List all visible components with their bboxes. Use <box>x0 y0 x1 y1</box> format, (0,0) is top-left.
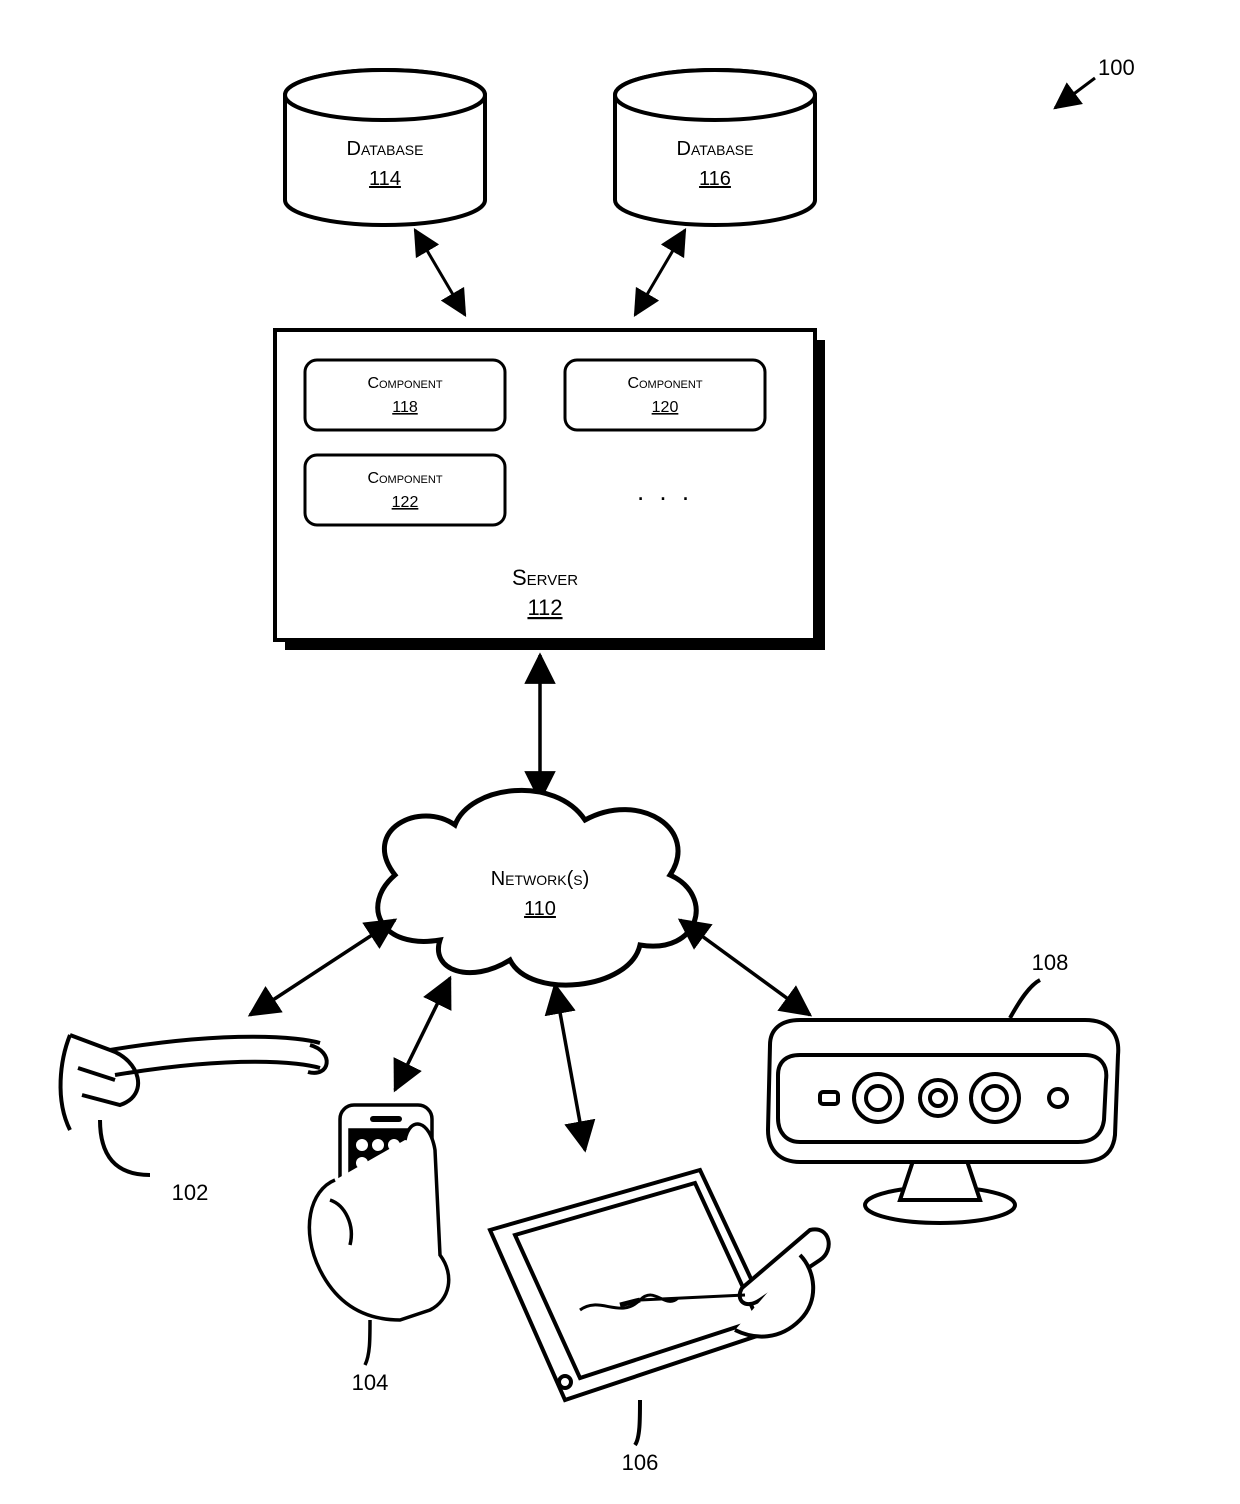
database-116-ref: 116 <box>699 168 731 190</box>
server-ellipsis: . . . <box>637 476 693 506</box>
database-114-label: Database <box>347 138 424 160</box>
client-motion-sensor <box>768 980 1118 1223</box>
connector-db116-server <box>635 230 685 315</box>
component-118-ref: 118 <box>392 399 418 416</box>
component-120-label: Component <box>627 375 702 392</box>
client-glasses-ref: 102 <box>172 1180 209 1205</box>
system-ref-label: 100 <box>1098 55 1135 80</box>
server-box: Component 118 Component 120 Component 12… <box>275 330 825 650</box>
database-116-label: Database <box>677 138 754 160</box>
client-tablet-ref: 106 <box>622 1450 659 1475</box>
database-116: Database 116 <box>615 70 815 225</box>
client-smart-glasses <box>61 1035 327 1175</box>
component-120: Component 120 <box>565 360 765 430</box>
client-tablet <box>490 1170 829 1445</box>
component-122-ref: 122 <box>392 494 419 511</box>
network-cloud: Network(s) 110 <box>378 790 696 985</box>
connector-network-sensor <box>680 920 810 1015</box>
connector-db114-server <box>415 230 465 315</box>
server-ref: 112 <box>527 595 562 620</box>
connector-network-tablet <box>555 985 585 1150</box>
system-architecture-diagram: 100 Database 114 Database 116 Component … <box>0 0 1240 1504</box>
network-ref: 110 <box>524 898 556 920</box>
component-118: Component 118 <box>305 360 505 430</box>
component-118-label: Component <box>367 375 442 392</box>
component-122-label: Component <box>367 470 442 487</box>
component-120-ref: 120 <box>652 399 679 416</box>
connector-network-glasses <box>250 920 395 1015</box>
client-smartphone <box>309 1105 448 1365</box>
system-ref: 100 <box>1055 55 1135 108</box>
connector-network-phone <box>395 978 450 1090</box>
database-114: Database 114 <box>285 70 485 225</box>
database-114-ref: 114 <box>369 168 401 190</box>
network-label: Network(s) <box>491 868 590 890</box>
client-phone-ref: 104 <box>352 1370 389 1395</box>
server-label: Server <box>512 565 578 590</box>
client-sensor-ref: 108 <box>1032 950 1069 975</box>
component-122: Component 122 <box>305 455 505 525</box>
